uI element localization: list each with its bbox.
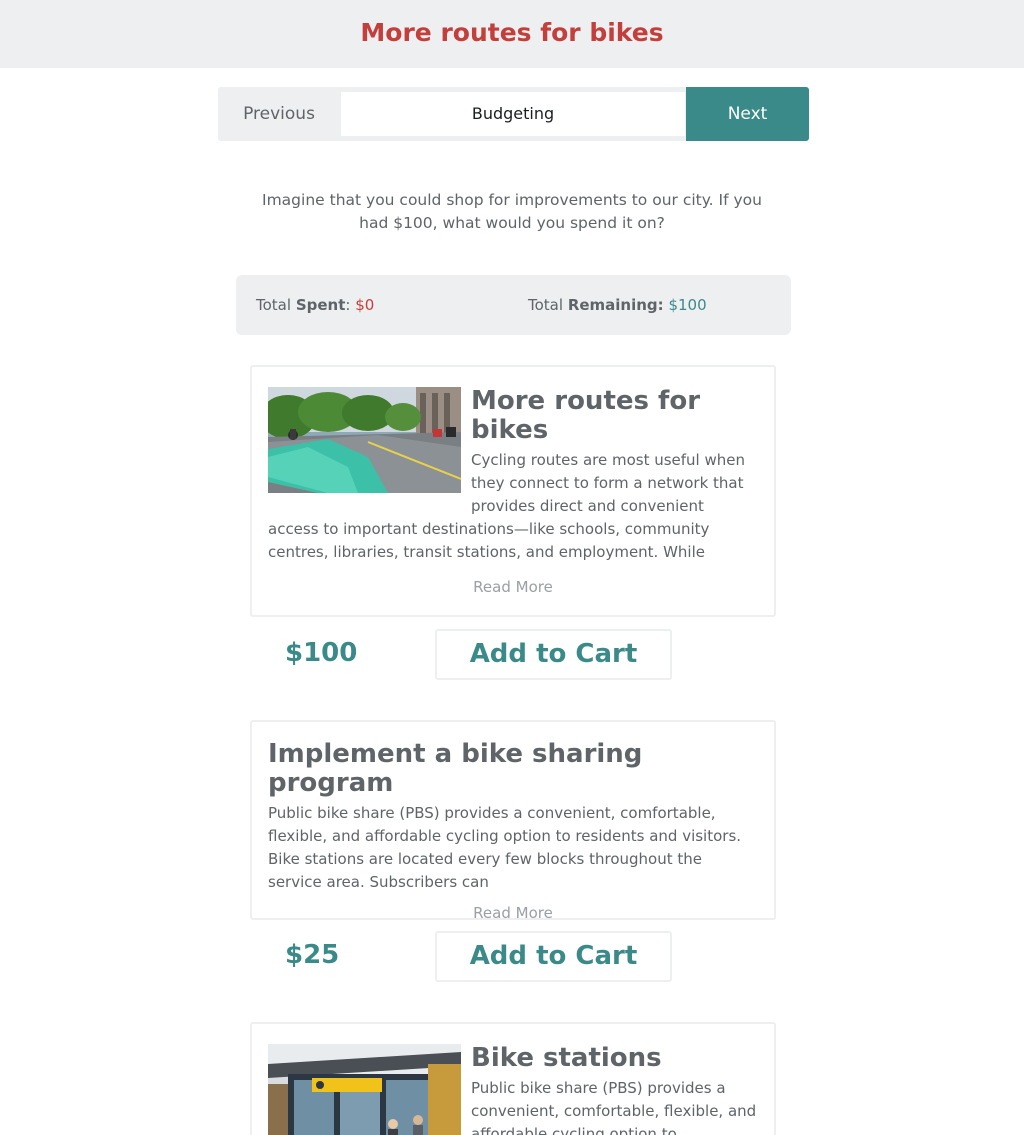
total-spent: Total Spent: $0 <box>256 296 374 314</box>
read-more-link[interactable]: Read More <box>268 904 758 918</box>
total-remaining-label: Remaining: <box>567 296 664 314</box>
previous-button[interactable]: Previous <box>218 87 340 141</box>
item-price: $25 <box>285 940 340 970</box>
read-more-link[interactable]: Read More <box>268 578 758 596</box>
next-button[interactable]: Next <box>686 87 809 141</box>
item-card: More routes for bikes Cycling routes are… <box>250 365 776 617</box>
item-price: $100 <box>285 638 358 668</box>
add-to-cart-button[interactable]: Add to Cart <box>435 931 672 982</box>
item-card: Implement a bike sharing program Public … <box>250 720 776 920</box>
bike-lane-photo <box>268 387 461 493</box>
total-spent-value: $0 <box>355 296 375 314</box>
total-remaining: Total Remaining: $100 <box>528 296 707 314</box>
top-bar: More routes for bikes <box>0 0 1024 68</box>
budget-totals: Total Spent: $0 Total Remaining: $100 <box>236 275 791 335</box>
item-description: Public bike share (PBS) provides a conve… <box>268 804 742 891</box>
total-spent-label: Spent <box>295 296 346 314</box>
step-navigation: Previous Budgeting Next <box>218 87 809 141</box>
total-remaining-prefix: Total <box>528 296 568 314</box>
bike-station-photo <box>268 1044 461 1135</box>
current-step-label: Budgeting <box>341 92 685 136</box>
item-title: Implement a bike sharing program <box>268 739 643 798</box>
intro-text: Imagine that you could shop for improvem… <box>262 191 762 232</box>
add-to-cart-button[interactable]: Add to Cart <box>435 629 672 680</box>
total-remaining-value: $100 <box>668 296 707 314</box>
item-card: Bike stations Public bike share (PBS) pr… <box>250 1022 776 1135</box>
total-spent-prefix: Total <box>256 296 296 314</box>
page-title: More routes for bikes <box>360 18 664 47</box>
total-spent-colon: : <box>345 296 356 314</box>
